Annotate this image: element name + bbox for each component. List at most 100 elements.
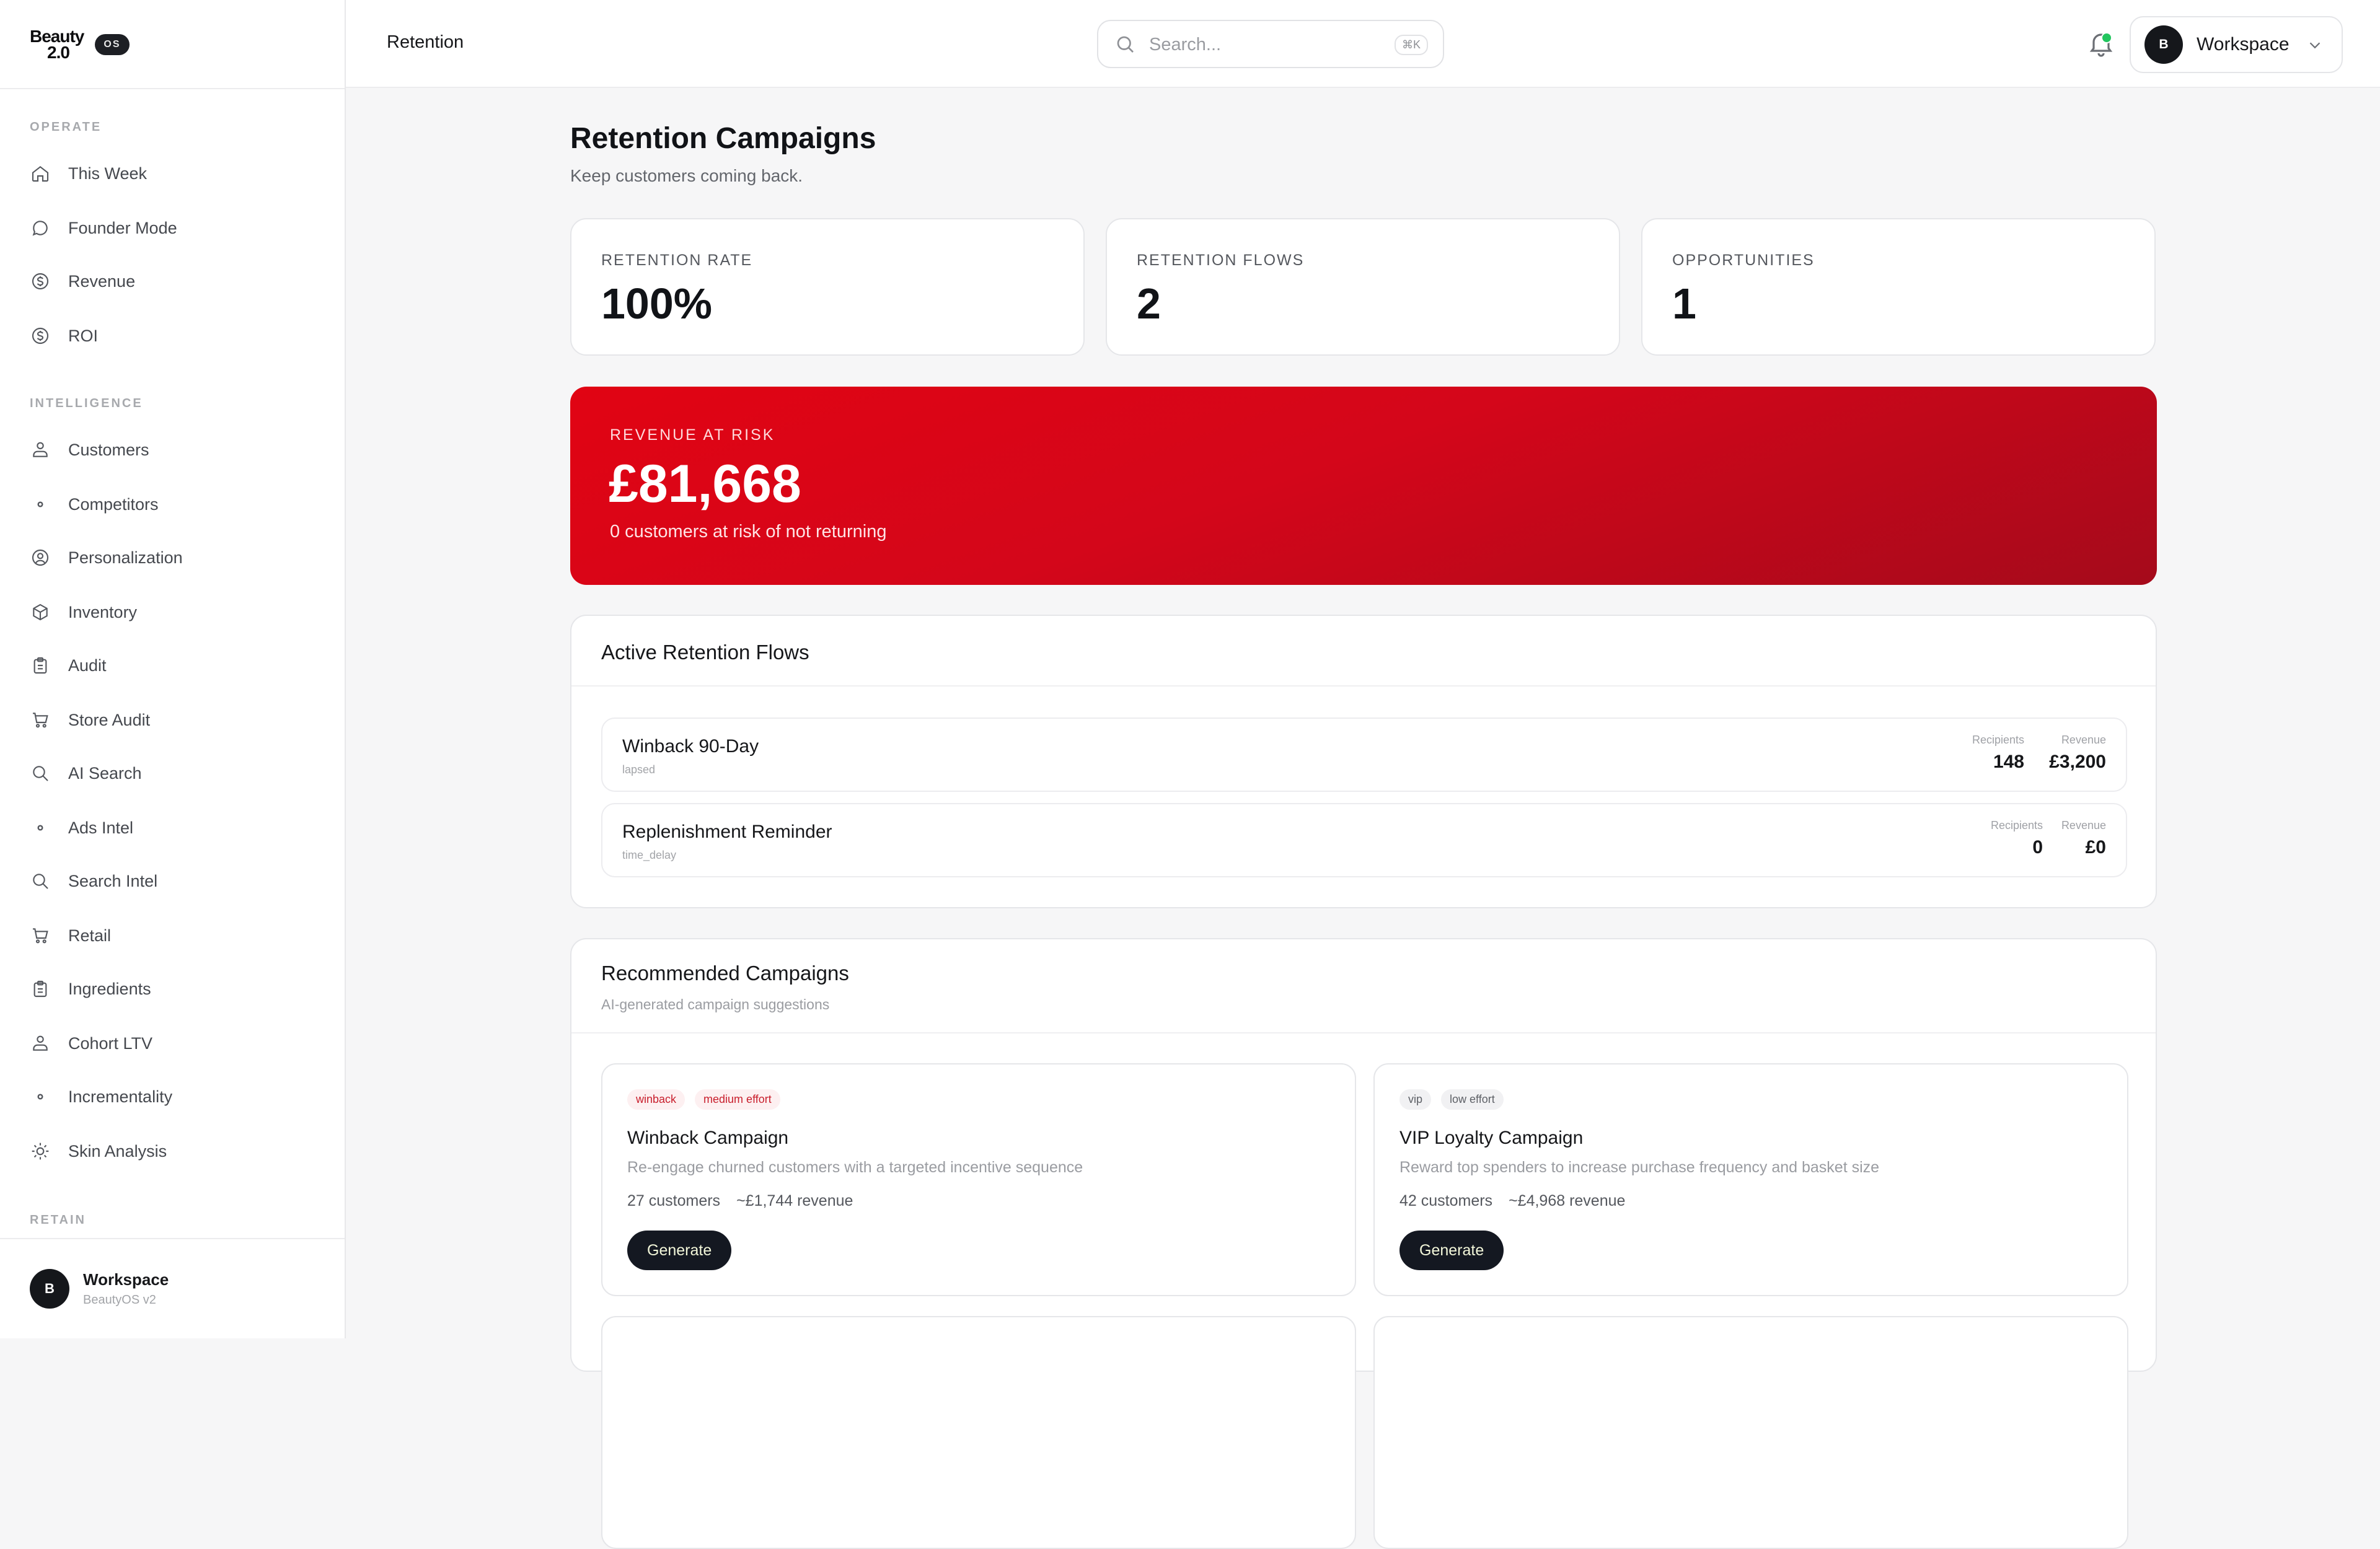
top-bar: Retention ⌘K B Workspace: [346, 0, 2380, 88]
flow-recipients: Recipients 148: [1972, 734, 2024, 773]
sidebar-item-personalization[interactable]: Personalization: [30, 540, 321, 575]
search-box[interactable]: ⌘K: [1097, 20, 1444, 68]
flow-row[interactable]: Winback 90-Day lapsed Recipients 148 Rev…: [601, 717, 2127, 792]
workspace-version: BeautyOS v2: [83, 1293, 156, 1307]
sidebar: Beauty 2.0 OS OPERATE This Week Founder …: [0, 0, 346, 1338]
clipboard-icon: [30, 655, 51, 676]
clipboard-icon: [30, 978, 51, 999]
campaign-customers: 42 customers: [1399, 1192, 1493, 1209]
sidebar-item-skin-analysis[interactable]: Skin Analysis: [30, 1134, 321, 1169]
effort-chip: low effort: [1441, 1089, 1504, 1110]
os-badge: OS: [95, 34, 130, 55]
campaign-tags: winback medium effort: [627, 1089, 780, 1110]
sidebar-item-label: Personalization: [68, 548, 183, 567]
search-icon: [30, 871, 51, 892]
sidebar-item-ai-search[interactable]: AI Search: [30, 756, 321, 791]
bell-icon[interactable]: [2086, 29, 2116, 58]
generate-button[interactable]: Generate: [1399, 1231, 1504, 1270]
campaign-type-chip: winback: [627, 1089, 685, 1110]
sidebar-item-audit[interactable]: Audit: [30, 648, 321, 683]
cart-icon: [30, 709, 51, 731]
brand[interactable]: Beauty 2.0 OS: [30, 26, 130, 63]
sidebar-item-cohort-ltv[interactable]: Cohort LTV: [30, 1026, 321, 1061]
generate-button[interactable]: Generate: [627, 1231, 732, 1270]
sidebar-item-founder-mode[interactable]: Founder Mode: [30, 211, 321, 245]
sidebar-item-label: Inventory: [68, 602, 138, 621]
workspace-switcher[interactable]: B Workspace BeautyOS v2: [30, 1269, 169, 1309]
metric-label: Recipients: [1990, 819, 2043, 832]
app-root: Beauty 2.0 OS OPERATE This Week Founder …: [0, 0, 2380, 1549]
stat-value: 2: [1137, 279, 1161, 328]
workspace-label: Workspace: [2197, 34, 2290, 55]
sidebar-item-label: Audit: [68, 656, 107, 675]
campaign-card: [1373, 1316, 2128, 1549]
flow-row[interactable]: Replenishment Reminder time_delay Recipi…: [601, 803, 2127, 877]
sidebar-item-retail[interactable]: Retail: [30, 918, 321, 953]
generate-button-label: Generate: [1419, 1241, 1484, 1259]
metric-value: £3,200: [2049, 752, 2106, 772]
campaign-stats: 27 customers ~£1,744 revenue: [627, 1192, 853, 1210]
users-icon: [30, 1033, 51, 1054]
campaign-card: [601, 1316, 1356, 1549]
campaign-card-vip-loyalty: vip low effort VIP Loyalty Campaign Rewa…: [1373, 1063, 2128, 1296]
sidebar-item-customers[interactable]: Customers: [30, 432, 321, 467]
stat-card-retention-rate: RETENTION RATE 100%: [570, 218, 1085, 356]
risk-label: REVENUE AT RISK: [610, 426, 775, 444]
sidebar-item-revenue[interactable]: Revenue: [30, 264, 321, 299]
flow-recipients: Recipients 0: [1991, 819, 2043, 858]
sidebar-item-label: Ads Intel: [68, 818, 134, 837]
stat-value: 1: [1672, 279, 1696, 328]
search-input[interactable]: [1148, 31, 1386, 58]
sidebar-item-label: Incrementality: [68, 1087, 173, 1106]
sidebar-item-label: AI Search: [68, 763, 142, 783]
sidebar-item-ingredients[interactable]: Ingredients: [30, 972, 321, 1006]
campaign-type-chip: vip: [1399, 1089, 1432, 1110]
campaign-revenue: ~£1,744 revenue: [736, 1192, 853, 1209]
recommended-campaigns-panel: Recommended Campaigns AI-generated campa…: [570, 938, 2157, 1549]
campaign-description: Reward top spenders to increase purchase…: [1399, 1159, 1880, 1176]
divider: [571, 1032, 2156, 1033]
campaign-card-winback: winback medium effort Winback Campaign R…: [601, 1063, 1356, 1296]
panel-title: Recommended Campaigns: [601, 962, 849, 985]
sidebar-item-competitors[interactable]: Competitors: [30, 487, 321, 522]
sidebar-item-search-intel[interactable]: Search Intel: [30, 864, 321, 898]
sidebar-item-store-audit[interactable]: Store Audit: [30, 703, 321, 737]
avatar: B: [30, 1269, 69, 1309]
sidebar-item-this-week[interactable]: This Week: [30, 156, 321, 191]
flow-name: Winback 90-Day: [622, 736, 759, 757]
avatar: B: [2144, 25, 2183, 64]
box-icon: [30, 602, 51, 623]
sun-icon: [30, 1141, 51, 1162]
sidebar-item-inventory[interactable]: Inventory: [30, 595, 321, 630]
sidebar-item-label: Ingredients: [68, 979, 151, 998]
campaign-customers: 27 customers: [627, 1192, 721, 1209]
sidebar-item-incrementality[interactable]: Incrementality: [30, 1079, 321, 1114]
page-breadcrumb: Retention: [387, 32, 464, 52]
active-flows-panel: Active Retention Flows Winback 90-Day la…: [570, 615, 2157, 908]
chat-bubble-icon: [30, 217, 51, 239]
metric-label: Recipients: [1972, 734, 2024, 746]
page-title: Retention Campaigns: [570, 122, 876, 155]
workspace-menu-button[interactable]: B Workspace: [2130, 16, 2343, 73]
sidebar-item-roi[interactable]: ROI: [30, 318, 321, 353]
sidebar-item-ads-intel[interactable]: Ads Intel: [30, 810, 321, 845]
revenue-at-risk-card: REVENUE AT RISK £81,668 0 customers at r…: [570, 387, 2157, 585]
workspace-info: Workspace BeautyOS v2: [83, 1270, 169, 1307]
stat-label: RETENTION RATE: [601, 252, 753, 269]
search-shortcut-hint: ⌘K: [1394, 35, 1428, 55]
sidebar-item-label: Competitors: [68, 494, 159, 514]
home-icon: [30, 163, 51, 184]
flow-tag: lapsed: [622, 763, 656, 776]
sidebar-item-label: Store Audit: [68, 710, 151, 729]
metric-label: Revenue: [2061, 734, 2106, 746]
sidebar-item-label: This Week: [68, 164, 148, 183]
section-label-intelligence: INTELLIGENCE: [30, 397, 143, 410]
stat-card-opportunities: OPPORTUNITIES 1: [1641, 218, 2156, 356]
search-icon: [30, 763, 51, 784]
campaign-description: Re-engage churned customers with a targe…: [627, 1159, 1083, 1176]
search-icon: [1117, 36, 1134, 53]
workspace-name: Workspace: [83, 1270, 169, 1289]
campaign-revenue: ~£4,968 revenue: [1509, 1192, 1626, 1209]
section-label-retain: RETAIN: [30, 1213, 86, 1227]
dot-icon: [30, 494, 51, 515]
